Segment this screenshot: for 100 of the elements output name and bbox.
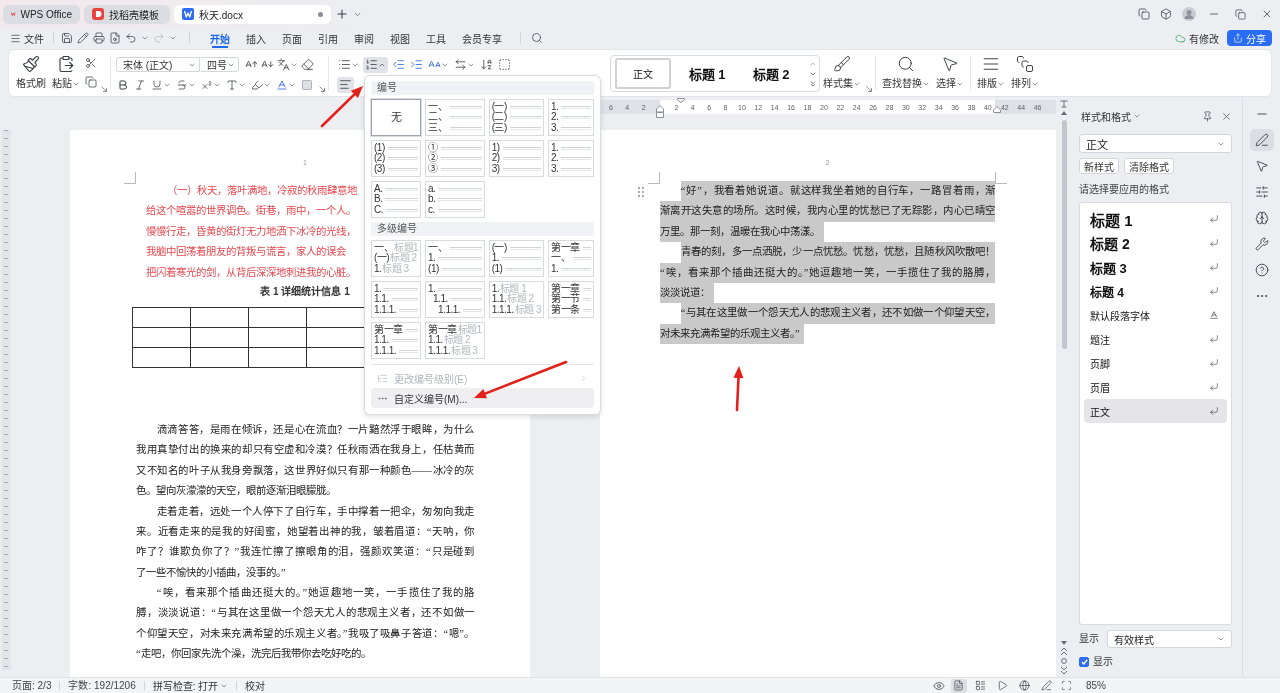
- bullet-list-icon[interactable]: [338, 58, 351, 71]
- tool-button[interactable]: 样式集: [820, 50, 864, 90]
- border-icon[interactable]: [498, 58, 511, 71]
- restore-icon[interactable]: [1235, 8, 1246, 20]
- numbering-preset[interactable]: (一) (二) (三): [488, 99, 544, 136]
- i-beam-icon[interactable]: [1060, 100, 1068, 108]
- printer-icon[interactable]: [93, 32, 105, 44]
- corner-arrow-icon[interactable]: [101, 86, 107, 92]
- numbering-preset[interactable]: 第一章 第一节 第一条: [548, 281, 594, 318]
- corner-arrow-icon[interactable]: [319, 86, 325, 92]
- eye-icon[interactable]: [933, 679, 945, 692]
- numbering-preset[interactable]: 第一章标题1 1.1.标题 2 1.1.1.标题 3: [425, 322, 485, 359]
- eraser-icon[interactable]: [301, 58, 314, 71]
- numbering-preset[interactable]: 无: [371, 99, 422, 136]
- undo-icon[interactable]: [125, 32, 137, 44]
- font-name-select[interactable]: 宋体 (正文): [116, 57, 200, 72]
- scrollbar-thumb[interactable]: [1061, 120, 1067, 349]
- double-chevron-down-icon[interactable]: [809, 79, 817, 88]
- side-tool-button[interactable]: [1249, 129, 1274, 151]
- ribbon-tab[interactable]: 会员专享: [454, 28, 510, 48]
- search-icon[interactable]: [531, 32, 543, 44]
- current-style-select[interactable]: 正文: [1079, 134, 1232, 153]
- numbering-preset[interactable]: 一、 1. (1): [425, 240, 485, 277]
- zoom-level[interactable]: 85%: [1078, 678, 1114, 693]
- checkbox[interactable]: [1079, 657, 1089, 667]
- scroll-up-icon[interactable]: [1061, 111, 1067, 115]
- tool-button[interactable]: 排版: [974, 50, 1008, 90]
- sync-status-button[interactable]: 有修改: [1173, 29, 1221, 47]
- numbering-button[interactable]: [363, 56, 388, 73]
- drag-handle-icon[interactable]: [638, 187, 644, 197]
- caret-icon[interactable]: [141, 34, 149, 42]
- numbering-preset[interactable]: A. B. C.: [371, 181, 422, 218]
- highlighter-icon[interactable]: [251, 78, 263, 91]
- view-button[interactable]: [1017, 678, 1033, 693]
- font-size-select[interactable]: 四号: [201, 57, 239, 72]
- numbering-preset[interactable]: 1. 2. 3.: [548, 99, 594, 136]
- style-item[interactable]: 题注: [1084, 327, 1227, 351]
- ribbon-tab[interactable]: 视图: [382, 28, 418, 48]
- avatar-icon[interactable]: [1182, 7, 1196, 21]
- view-button[interactable]: [951, 678, 967, 693]
- double-chevron-up-icon[interactable]: [1061, 648, 1067, 655]
- scroll-down-icon[interactable]: [1061, 641, 1067, 645]
- word-count[interactable]: 字数: 192/1206: [60, 678, 144, 693]
- app-tab[interactable]: WPS Office: [3, 4, 80, 24]
- style-action-button[interactable]: 新样式: [1079, 158, 1119, 174]
- superscript-icon[interactable]: [201, 78, 213, 91]
- outdent-icon[interactable]: [392, 58, 405, 71]
- proofread-button[interactable]: 校对: [237, 676, 274, 693]
- style-item[interactable]: 标题 3: [1084, 255, 1227, 279]
- numbering-preset[interactable]: ① ② ③: [425, 140, 485, 177]
- spell-check-button[interactable]: 拼写检查: 打开: [144, 676, 237, 693]
- numbering-preset[interactable]: 一、标题1 (一)标题 2 1.标题 3: [371, 240, 422, 277]
- languages-icon[interactable]: [277, 58, 290, 71]
- double-chevron-down-icon[interactable]: [1061, 667, 1067, 674]
- style-filter-select[interactable]: 有效样式: [1107, 630, 1232, 648]
- view-button[interactable]: [1039, 678, 1055, 693]
- numbering-preset[interactable]: (1) (2) (3): [371, 140, 422, 177]
- indent-marker-icon[interactable]: [656, 105, 664, 118]
- scissors-icon[interactable]: [85, 57, 97, 69]
- style-item[interactable]: 默认段落字体: [1084, 303, 1227, 327]
- numbering-preset[interactable]: 1. 1.1. 1.1.1.: [425, 281, 485, 318]
- menu-item[interactable]: 自定义编号(M)...: [371, 388, 594, 408]
- close-icon[interactable]: [1221, 110, 1232, 122]
- overlapping-squares-icon[interactable]: [1138, 8, 1150, 20]
- style-item[interactable]: 标题 2: [1084, 231, 1227, 255]
- align-left-button[interactable]: [337, 76, 354, 93]
- scan-frame-icon[interactable]: [1061, 680, 1072, 691]
- numbering-preset[interactable]: 第一章 一、 1.: [548, 240, 594, 277]
- circle-icon[interactable]: [1061, 658, 1067, 664]
- numbering-preset[interactable]: 1. 1.1. 1.1.1.: [371, 281, 422, 318]
- numbering-preset[interactable]: a. b. c.: [425, 181, 485, 218]
- font-color-icon[interactable]: [276, 78, 288, 91]
- style-tile[interactable]: 正文: [615, 58, 671, 89]
- app-tab[interactable]: 找稻壳模板: [84, 4, 170, 24]
- sort-icon[interactable]: [480, 58, 493, 71]
- underline-icon[interactable]: [151, 78, 163, 91]
- ribbon-tab[interactable]: 工具: [418, 28, 454, 48]
- ribbon-tab[interactable]: 插入: [238, 28, 274, 48]
- format-painter-button[interactable]: 格式刷: [13, 50, 49, 90]
- file-menu[interactable]: 文件: [8, 29, 46, 47]
- strikethrough-icon[interactable]: [176, 78, 188, 91]
- corner-arrow-icon[interactable]: [866, 86, 872, 92]
- italic-icon[interactable]: [134, 78, 146, 91]
- numbering-preset[interactable]: 1.标题 1 1.1.标题 2 1.1.1.标题 3: [488, 281, 544, 318]
- numbering-preset[interactable]: 一、 二、 三、: [425, 99, 485, 136]
- numbering-preset[interactable]: 1. 2. 3.: [548, 140, 594, 177]
- style-item[interactable]: 标题 4: [1084, 279, 1227, 303]
- ribbon-tab[interactable]: 页面: [274, 28, 310, 48]
- caret-icon[interactable]: [169, 34, 177, 42]
- file-search-icon[interactable]: [109, 32, 121, 44]
- indent-icon[interactable]: [410, 58, 423, 71]
- close-icon[interactable]: [1261, 8, 1273, 20]
- left-right-arrows-icon[interactable]: [454, 58, 467, 71]
- ribbon-tab[interactable]: 审阅: [346, 28, 382, 48]
- tool-button[interactable]: 查找替换: [879, 50, 933, 90]
- save-icon[interactable]: [61, 32, 73, 44]
- numbering-preset[interactable]: 1) 2) 3): [488, 140, 544, 177]
- bold-icon[interactable]: [117, 78, 129, 91]
- ribbon-tab[interactable]: 引用: [310, 28, 346, 48]
- numbering-preset[interactable]: (一) 1. (1): [488, 240, 544, 277]
